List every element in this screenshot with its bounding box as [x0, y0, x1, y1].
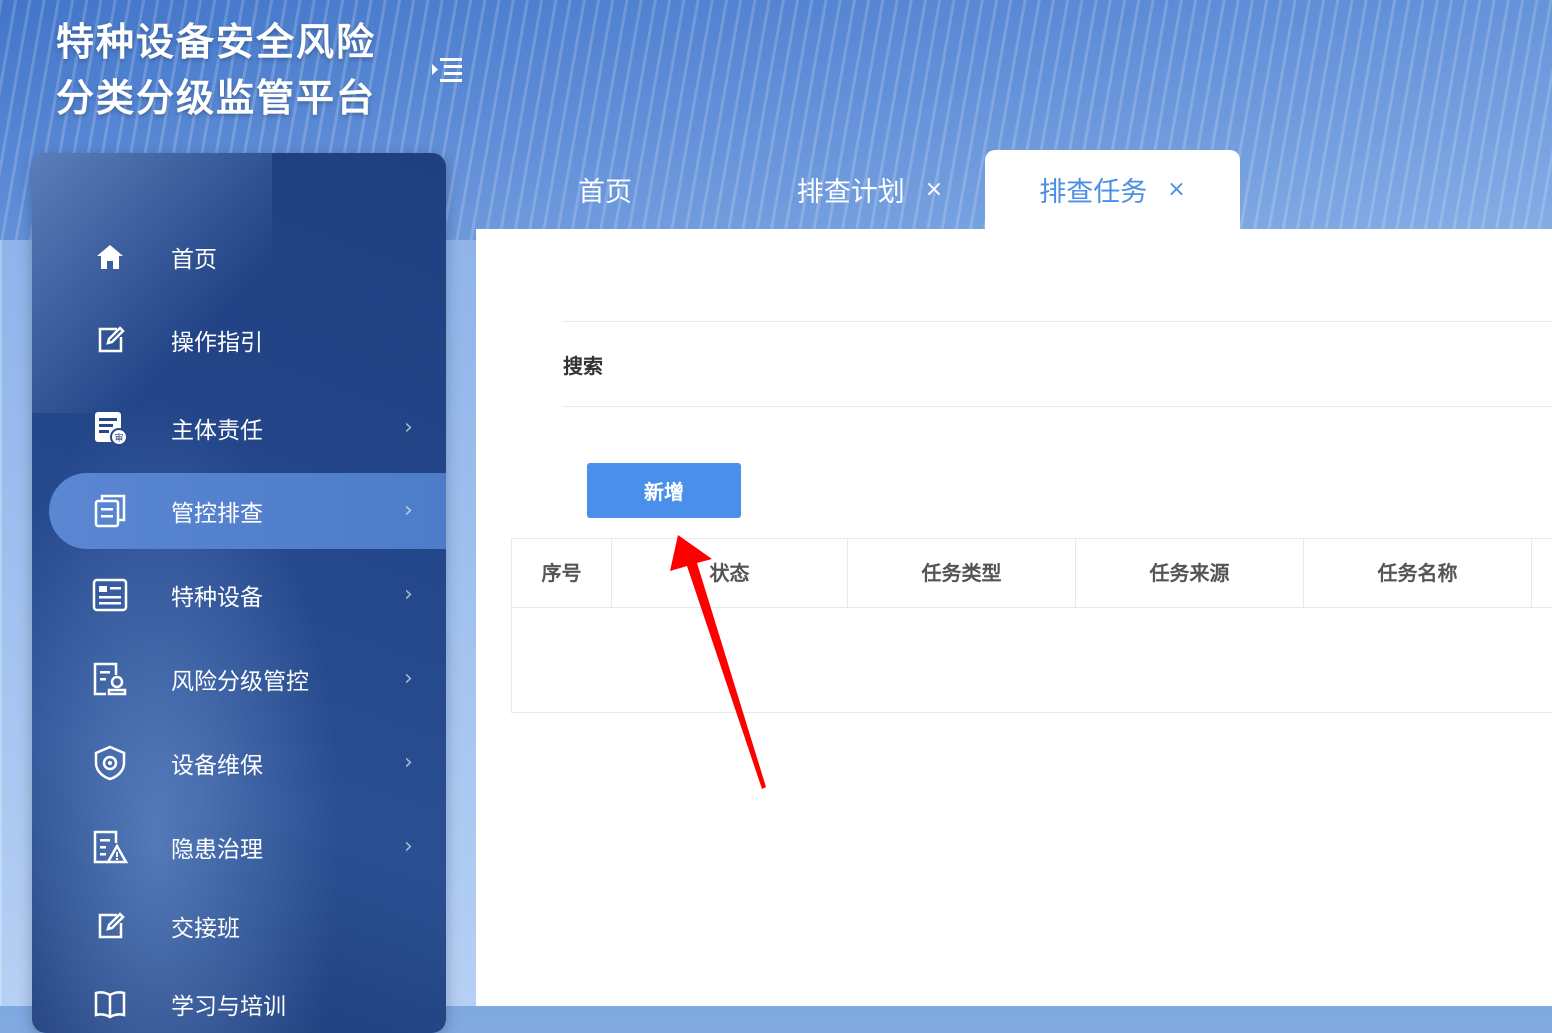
tab-label: 首页: [578, 177, 632, 208]
sidebar-item-label: 交接班: [171, 916, 240, 942]
sidebar-item-label: 主体责任: [171, 418, 263, 444]
tab-inspection-task[interactable]: 排查任务 ×: [985, 150, 1240, 229]
menu-collapse-icon[interactable]: [428, 54, 464, 86]
sidebar-item-label: 学习与培训: [171, 994, 286, 1020]
sidebar-item-risk-control[interactable]: 风险分级管控 ›: [32, 641, 446, 717]
sidebar-item-label: 设备维保: [171, 753, 263, 779]
audit-document-icon: 审: [92, 410, 128, 446]
sidebar-item-label: 首页: [171, 247, 217, 273]
chevron-right-icon: ›: [404, 666, 413, 691]
column-header-task-source[interactable]: 任务来源: [1076, 539, 1304, 607]
app-title-line1: 特种设备安全风险: [56, 20, 377, 64]
shield-gear-icon: [92, 745, 128, 781]
sidebar-item-label: 风险分级管控: [171, 669, 309, 695]
sidebar-item-label: 操作指引: [171, 330, 263, 356]
add-button[interactable]: 新增: [587, 463, 741, 518]
sidebar-item-label: 管控排查: [171, 501, 263, 527]
document-warning-icon: [92, 829, 128, 865]
sidebar-item-label: 隐患治理: [171, 837, 263, 863]
sidebar-item-hazard[interactable]: 隐患治理 ›: [32, 809, 446, 885]
tab-inspection-plan[interactable]: 排查计划 ×: [770, 150, 970, 229]
chevron-right-icon: ›: [404, 834, 413, 859]
column-header-task-type[interactable]: 任务类型: [848, 539, 1076, 607]
tab-label: 排查任务: [1039, 177, 1148, 208]
sidebar-item-home[interactable]: 首页: [32, 219, 446, 295]
document-copy-icon: [92, 493, 128, 529]
sidebar-item-special-equipment[interactable]: 特种设备 ›: [32, 557, 446, 633]
sidebar-item-shift-handover[interactable]: 交接班: [32, 888, 446, 964]
task-table: 序号 状态 任务类型 任务来源 任务名称: [511, 538, 1552, 713]
app-title-line2: 分类分级监管平台: [56, 76, 377, 120]
chevron-right-icon: ›: [404, 415, 413, 440]
edit-icon: [92, 908, 128, 944]
chevron-right-icon: ›: [404, 582, 413, 607]
sidebar: 首页 操作指引 审 主体责任 › 管控排查 › 特种设备 › 风险分级管控 ›: [32, 153, 446, 1033]
close-icon[interactable]: ×: [925, 177, 943, 202]
svg-text:审: 审: [114, 432, 123, 444]
app-title: 特种设备安全风险 分类分级监管平台: [56, 14, 416, 126]
document-user-icon: [92, 661, 128, 697]
sidebar-item-guide[interactable]: 操作指引: [32, 302, 446, 378]
sidebar-item-inspection[interactable]: 管控排查 ›: [49, 473, 446, 549]
chevron-right-icon: ›: [404, 750, 413, 775]
tab-home[interactable]: 首页: [540, 150, 670, 229]
close-icon[interactable]: ×: [1167, 177, 1185, 202]
search-bar[interactable]: 搜索: [563, 321, 1552, 407]
sidebar-item-label: 特种设备: [171, 585, 263, 611]
sidebar-item-responsibility[interactable]: 审 主体责任 ›: [32, 390, 446, 466]
chevron-right-icon: ›: [404, 498, 413, 523]
edit-icon: [92, 322, 128, 358]
tab-label: 排查计划: [796, 177, 905, 208]
home-icon: [92, 239, 128, 275]
equipment-card-icon: [92, 577, 128, 613]
search-label: 搜索: [563, 354, 603, 378]
book-icon: [92, 986, 128, 1022]
column-header-status[interactable]: 状态: [612, 539, 848, 607]
main-content: 搜索 新增 序号 状态 任务类型 任务来源 任务名称: [476, 229, 1552, 1006]
column-header-task-name[interactable]: 任务名称: [1304, 539, 1532, 607]
column-header-index[interactable]: 序号: [512, 539, 612, 607]
sidebar-item-training[interactable]: 学习与培训: [32, 966, 446, 1033]
sidebar-item-maintenance[interactable]: 设备维保 ›: [32, 725, 446, 801]
table-header: 序号 状态 任务类型 任务来源 任务名称: [512, 539, 1552, 608]
